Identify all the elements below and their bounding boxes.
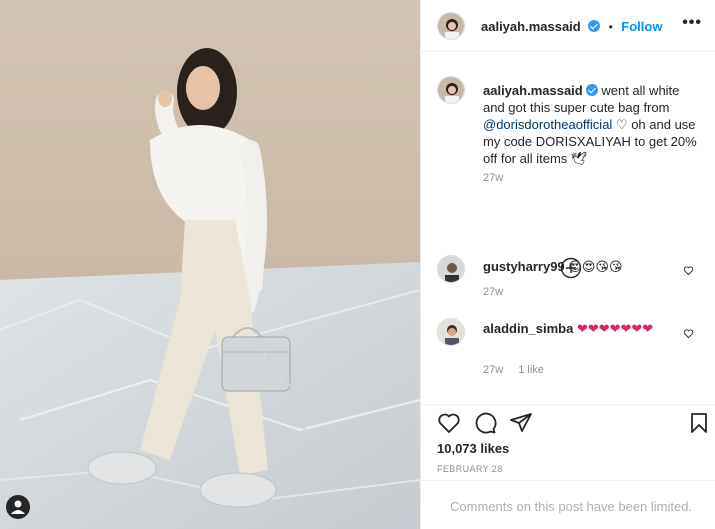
caption-avatar[interactable]: [437, 76, 465, 104]
like-count[interactable]: 10,073 likes: [437, 441, 509, 456]
post-caption: aaliyah.massaid went all white and got t…: [483, 82, 701, 167]
comments-list[interactable]: aaliyah.massaid went all white and got t…: [421, 52, 715, 404]
comment-like-heart-icon[interactable]: [683, 265, 694, 276]
comment-like-heart-icon[interactable]: [683, 328, 694, 339]
author-username[interactable]: aaliyah.massaid: [481, 19, 581, 34]
comment-meta: 27w 1 like: [483, 364, 556, 376]
comment-timestamp[interactable]: 27w: [483, 286, 503, 298]
separator-dot: •: [608, 20, 613, 34]
commenter-avatar[interactable]: [437, 318, 465, 346]
comment-meta: 27w: [483, 286, 515, 298]
comment-like-count[interactable]: 1 like: [518, 364, 544, 376]
post-header: aaliyah.massaid • Follow •••: [421, 0, 715, 52]
post-actions: 10,073 likes FEBRUARY 28: [421, 404, 715, 480]
post-date[interactable]: FEBRUARY 28: [437, 464, 503, 474]
heart-icon[interactable]: [437, 411, 461, 435]
more-options-button[interactable]: •••: [682, 14, 702, 32]
caption-mention-link[interactable]: @dorisdorotheaofficial: [483, 117, 612, 132]
verified-badge-icon: [585, 84, 598, 96]
caption-meta: 27w: [483, 172, 515, 184]
commenter-avatar[interactable]: [437, 255, 465, 283]
comment-username[interactable]: gustyharry99: [483, 259, 565, 274]
verified-badge-icon: [588, 20, 601, 32]
header-author-line: aaliyah.massaid • Follow: [481, 18, 662, 36]
author-avatar[interactable]: [437, 12, 465, 40]
post-photo[interactable]: [0, 0, 420, 529]
comment-username[interactable]: aladdin_simba: [483, 321, 573, 336]
paper-plane-icon[interactable]: [509, 411, 533, 435]
post-sidebar: aaliyah.massaid • Follow ••• aaliyah.mas…: [420, 0, 715, 529]
user-tag-icon[interactable]: [6, 495, 30, 519]
comment-timestamp[interactable]: 27w: [483, 364, 503, 376]
comments-disabled-note: Comments on this post have been limited.: [450, 499, 693, 514]
comment-text: 😍😍😘😘: [568, 259, 623, 274]
follow-button[interactable]: Follow: [621, 19, 662, 34]
caption-timestamp[interactable]: 27w: [483, 172, 503, 184]
post-image: [0, 0, 420, 529]
comment-item: aladdin_simba ❤❤❤❤❤❤❤: [483, 320, 683, 337]
caption-username[interactable]: aaliyah.massaid: [483, 83, 583, 98]
comment-text: ❤❤❤❤❤❤❤: [576, 321, 654, 336]
comment-icon[interactable]: [473, 411, 497, 435]
bookmark-icon[interactable]: [687, 411, 711, 435]
comment-footer: Comments on this post have been limited.: [421, 480, 715, 529]
comment-item: gustyharry99 😍😍😘😘: [483, 258, 683, 275]
